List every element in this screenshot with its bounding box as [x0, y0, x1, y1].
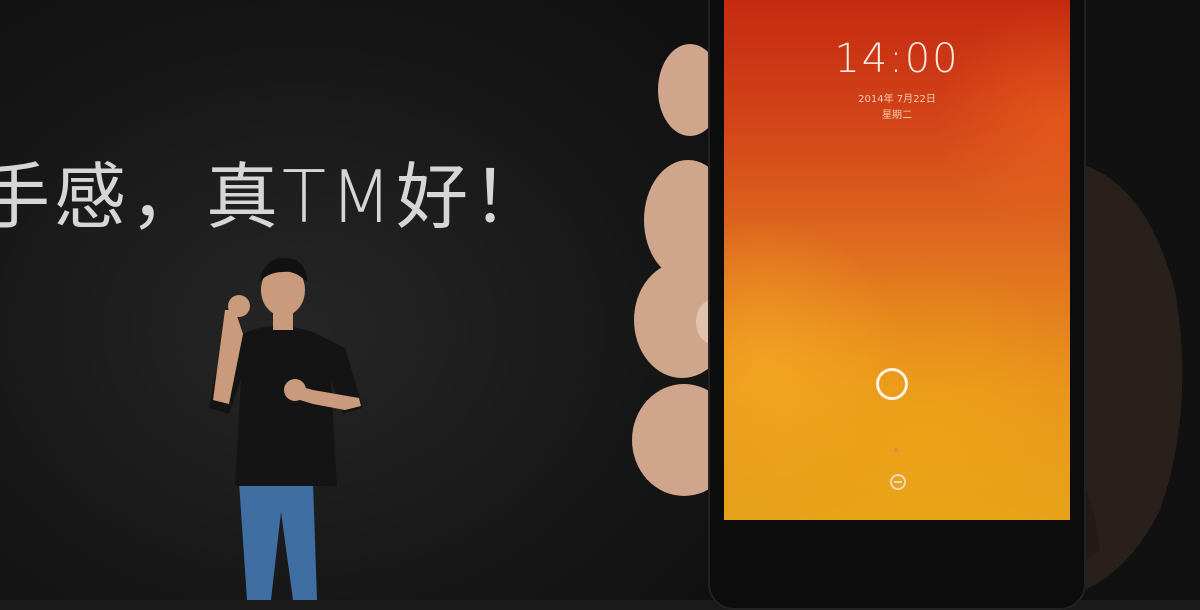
phone-lock-screen: 14:00 2014年 7月22日 星期二 [724, 0, 1070, 520]
presenter-figure [209, 257, 363, 600]
slide-headline: 手感，真TM好！ [0, 155, 549, 239]
lock-screen-clock: 14:00 [834, 36, 960, 82]
lock-screen-date: 2014年 7月22日 [858, 94, 936, 105]
presenter-chest-hand [284, 379, 306, 401]
presenter-jeans [239, 482, 317, 600]
unlock-ring-icon [876, 368, 908, 400]
lock-screen-weekday: 星期二 [882, 110, 912, 121]
presenter-raised-hand [228, 295, 250, 317]
camera-dot-icon [894, 448, 898, 452]
lock-icon [890, 474, 906, 490]
